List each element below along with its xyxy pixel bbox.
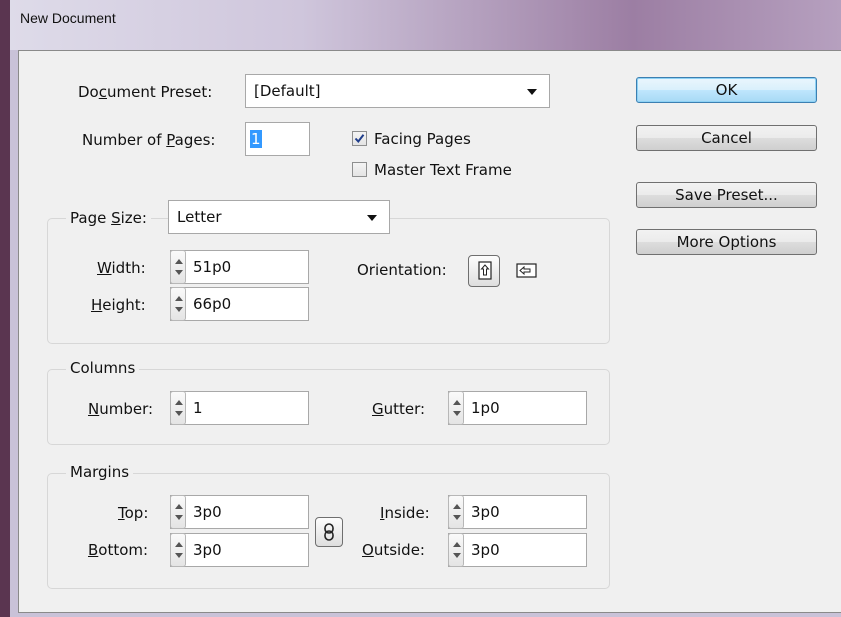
margin-inside-value: 3p0 [471, 503, 500, 521]
arrow-down-icon [453, 411, 461, 416]
orientation-label: Orientation: [357, 261, 447, 279]
arrow-up-icon [453, 542, 461, 547]
chevron-down-icon [527, 89, 537, 95]
arrow-up-icon [175, 542, 183, 547]
arrow-down-icon [175, 307, 183, 312]
facing-pages-checkbox[interactable] [352, 131, 367, 146]
margin-top-value: 3p0 [193, 503, 222, 521]
page-size-value: Letter [177, 208, 222, 226]
title-bar[interactable] [10, 0, 841, 50]
window-title: New Document [20, 10, 116, 26]
margin-outside-label: Outside: [362, 541, 425, 559]
arrow-down-icon [453, 515, 461, 520]
arrow-up-icon [175, 259, 183, 264]
arrow-up-icon [453, 400, 461, 405]
margin-outside-spinner[interactable] [448, 533, 464, 567]
gutter-field[interactable]: 1p0 [448, 391, 587, 425]
column-number-spinner[interactable] [170, 391, 186, 425]
gutter-value: 1p0 [471, 399, 500, 417]
arrow-up-icon [175, 400, 183, 405]
margin-inside-spinner[interactable] [448, 495, 464, 529]
margins-legend: Margins [66, 463, 134, 481]
document-preset-dropdown[interactable]: [Default] [245, 74, 550, 108]
margin-bottom-field[interactable]: 3p0 [170, 533, 309, 567]
master-text-frame-checkbox[interactable] [352, 162, 367, 177]
landscape-orientation-button[interactable] [515, 260, 539, 282]
height-value: 66p0 [193, 295, 232, 313]
width-value: 51p0 [193, 258, 232, 276]
margin-top-field[interactable]: 3p0 [170, 495, 309, 529]
column-number-field[interactable]: 1 [170, 391, 309, 425]
number-of-pages-label: Number of Pages: [82, 131, 216, 149]
margin-outside-value: 3p0 [471, 541, 500, 559]
document-preset-label: Document Preset: [78, 83, 213, 101]
gutter-spinner[interactable] [448, 391, 464, 425]
number-of-pages-field[interactable]: 1 [245, 122, 310, 156]
arrow-down-icon [175, 553, 183, 558]
link-margins-button[interactable] [315, 517, 343, 547]
column-number-label: Number: [88, 400, 154, 418]
cancel-button[interactable]: Cancel [636, 125, 817, 151]
width-field[interactable]: 51p0 [170, 250, 309, 284]
arrow-up-icon [175, 504, 183, 509]
column-number-value: 1 [193, 399, 203, 417]
height-spinner[interactable] [170, 287, 186, 321]
checkmark-icon [354, 134, 365, 144]
width-spinner[interactable] [170, 250, 186, 284]
margin-inside-label: Inside: [380, 504, 430, 522]
chain-link-icon [324, 523, 334, 541]
arrow-down-icon [175, 411, 183, 416]
landscape-page-icon [516, 263, 537, 278]
more-options-button[interactable]: More Options [636, 229, 817, 255]
margin-bottom-value: 3p0 [193, 541, 222, 559]
arrow-up-icon [175, 296, 183, 301]
master-text-frame-label: Master Text Frame [374, 161, 512, 179]
arrow-down-icon [175, 270, 183, 275]
page-size-label: Page Size: [66, 209, 151, 227]
save-preset-button[interactable]: Save Preset... [636, 182, 817, 208]
width-label: Width: [97, 259, 146, 277]
arrow-down-icon [175, 515, 183, 520]
margin-bottom-spinner[interactable] [170, 533, 186, 567]
height-field[interactable]: 66p0 [170, 287, 309, 321]
arrow-down-icon [453, 553, 461, 558]
chevron-down-icon [367, 215, 377, 221]
facing-pages-label: Facing Pages [374, 130, 471, 148]
columns-legend: Columns [66, 359, 140, 377]
margin-outside-field[interactable]: 3p0 [448, 533, 587, 567]
gutter-label: Gutter: [372, 400, 426, 418]
margin-bottom-label: Bottom: [88, 541, 149, 559]
document-preset-value: [Default] [254, 82, 321, 100]
height-label: Height: [91, 296, 146, 314]
arrow-up-icon [453, 504, 461, 509]
margin-inside-field[interactable]: 3p0 [448, 495, 587, 529]
ok-button[interactable]: OK [636, 77, 817, 103]
margin-top-spinner[interactable] [170, 495, 186, 529]
margin-top-label: Top: [118, 504, 149, 522]
portrait-orientation-button[interactable] [468, 255, 500, 287]
number-of-pages-value: 1 [250, 130, 262, 148]
portrait-page-icon [478, 261, 492, 280]
page-size-dropdown[interactable]: Letter [168, 200, 390, 234]
